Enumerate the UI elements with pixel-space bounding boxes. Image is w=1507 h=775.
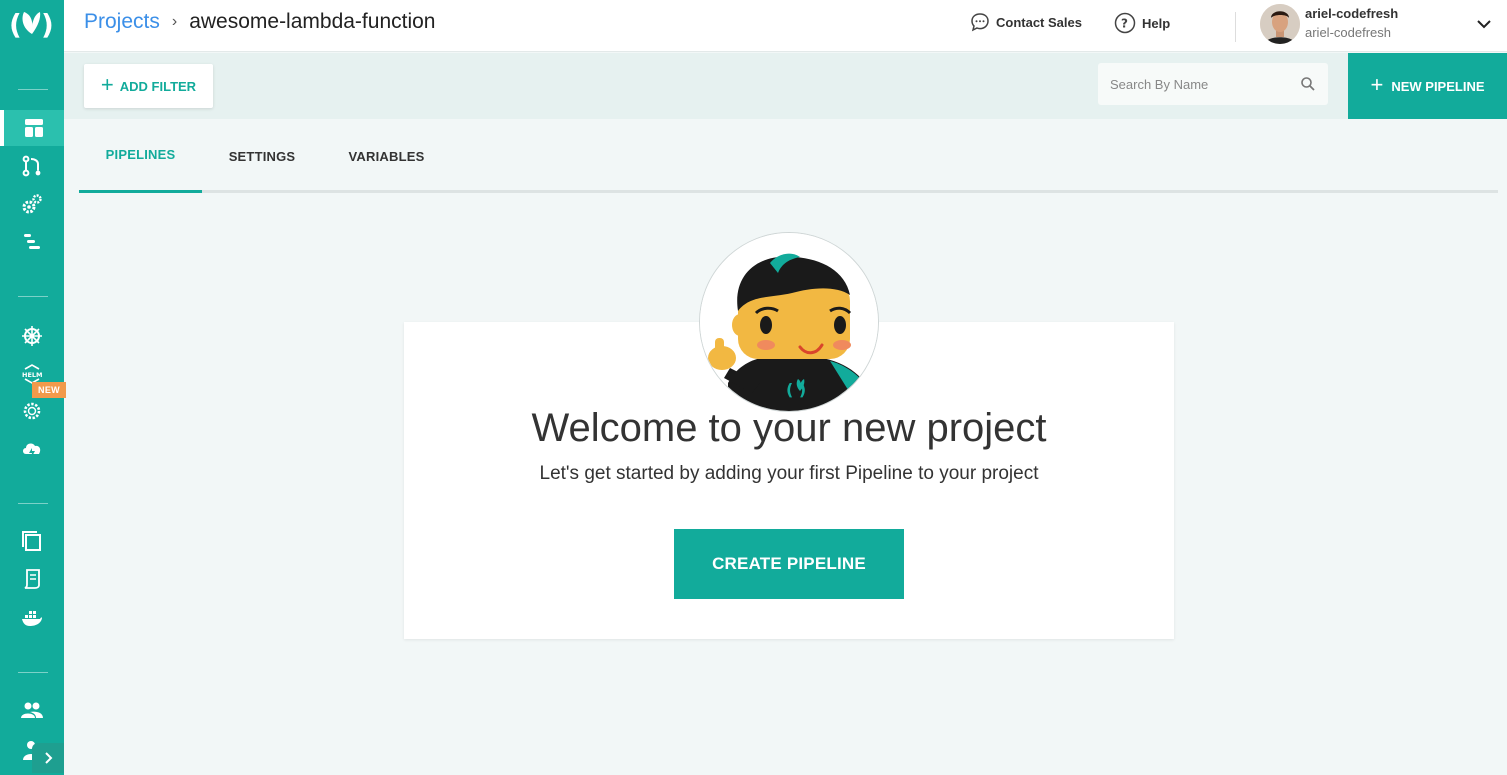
breadcrumb-projects-link[interactable]: Projects (84, 10, 160, 34)
chat-bubble-icon (971, 13, 989, 32)
codefresh-logo[interactable]: ( ) (8, 4, 56, 42)
sidebar-divider (18, 503, 48, 504)
user-name[interactable]: ariel-codefresh (1305, 6, 1398, 21)
add-filter-label: ADD FILTER (119, 78, 197, 94)
breadcrumb: Projects › awesome-lambda-function (84, 10, 435, 34)
sidebar-item-dashboard[interactable] (0, 110, 64, 146)
svg-text:(: ( (9, 8, 22, 41)
svg-text:HELM: HELM (22, 371, 43, 379)
team-icon (21, 702, 43, 718)
plus-icon: + (1370, 71, 1384, 97)
add-filter-button[interactable]: + ADD FILTER (84, 64, 213, 108)
new-pipeline-button[interactable]: + NEW PIPELINE (1348, 53, 1507, 119)
welcome-subtitle: Let's get started by adding your first P… (539, 463, 1039, 484)
sidebar-item-pipelines[interactable] (0, 224, 64, 260)
create-pipeline-button[interactable]: CREATE PIPELINE (674, 529, 904, 599)
contact-sales-button[interactable]: Contact Sales (970, 12, 1082, 32)
tab-settings[interactable]: SETTINGS (202, 119, 322, 193)
helm-icon: HELM (22, 364, 43, 384)
filter-bar: + ADD FILTER + NEW PIPELINE (64, 53, 1507, 119)
search-input[interactable] (1098, 63, 1298, 105)
topbar-divider (1235, 12, 1236, 42)
helm-releases-icon (23, 402, 41, 420)
help-button[interactable]: ? Help (1114, 12, 1170, 34)
sidebar: ( ) HELM NEW (0, 0, 66, 775)
cloud-deploy-icon (23, 443, 41, 458)
pipelines-icon (24, 234, 40, 249)
chevron-right-icon (45, 752, 53, 764)
sidebar-item-test-reports[interactable] (0, 561, 64, 597)
sidebar-divider (18, 89, 48, 90)
sidebar-item-builds[interactable] (0, 148, 64, 184)
avatar[interactable] (1260, 4, 1300, 44)
settings-gears-icon (22, 194, 42, 214)
docker-registry-icon (22, 611, 42, 626)
sidebar-item-helm-releases[interactable] (0, 393, 64, 429)
tab-pipelines[interactable]: PIPELINES (79, 119, 202, 193)
top-bar: Projects › awesome-lambda-function Conta… (64, 0, 1507, 52)
breadcrumb-current-project: awesome-lambda-function (189, 10, 436, 33)
user-menu-chevron-down-icon[interactable] (1474, 14, 1494, 34)
mascot-illustration: ( ) (699, 232, 879, 412)
svg-text:?: ? (1121, 17, 1128, 31)
artifacts-icon (22, 531, 41, 551)
sidebar-item-cloud-deploy[interactable] (0, 431, 64, 467)
kubernetes-icon (22, 326, 42, 346)
welcome-title: Welcome to your new project (531, 406, 1047, 450)
search-box (1098, 63, 1328, 105)
svg-text:): ) (41, 8, 54, 41)
dashboard-icon (25, 119, 43, 137)
sidebar-item-kubernetes[interactable] (0, 318, 64, 354)
test-reports-icon (24, 569, 40, 589)
contact-sales-label: Contact Sales (996, 14, 1082, 30)
sidebar-divider (18, 296, 48, 297)
breadcrumb-separator-icon: › (171, 13, 178, 30)
plus-icon: + (100, 71, 114, 97)
tab-variables[interactable]: VARIABLES (322, 119, 451, 193)
user-account: ariel-codefresh (1305, 25, 1391, 40)
help-label: Help (1142, 15, 1171, 31)
new-pipeline-label: NEW PIPELINE (1391, 78, 1485, 94)
help-question-icon: ? (1114, 12, 1136, 34)
sidebar-expand-button[interactable] (32, 743, 64, 773)
sidebar-item-settings[interactable] (0, 186, 64, 222)
builds-icon (22, 155, 41, 177)
project-tabs: PIPELINES SETTINGS VARIABLES (79, 119, 1498, 193)
search-icon[interactable] (1300, 76, 1316, 92)
sidebar-item-team[interactable] (0, 692, 64, 728)
sidebar-item-artifacts[interactable] (0, 523, 64, 559)
sidebar-divider (18, 672, 48, 673)
sidebar-item-docker-registry[interactable] (0, 600, 64, 636)
